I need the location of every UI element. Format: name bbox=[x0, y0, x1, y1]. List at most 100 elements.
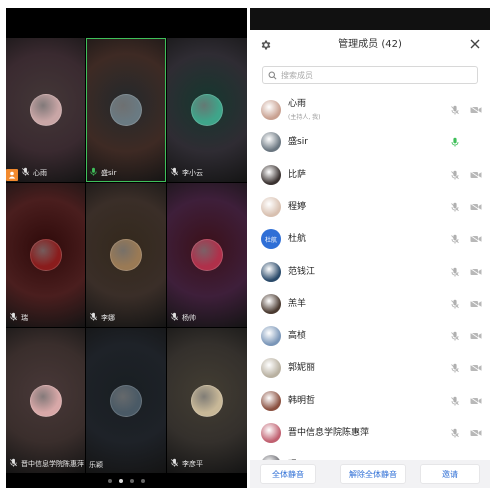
member-name: 比萨 bbox=[288, 169, 307, 180]
participant-label: 瑞 bbox=[9, 312, 28, 324]
video-grid-screen: 心雨 盛sir 李小云瑞 李娜 杨帅晋中信息学院陈惠萍 乐颖 李彦平 bbox=[6, 8, 247, 488]
participant-name: 晋中信息学院陈惠萍 bbox=[21, 460, 84, 468]
participant-name: 盛sir bbox=[101, 169, 117, 177]
manage-members-panel: 管理成员 (42) 心雨 (主持人, 我) 盛sir 比萨程婷杜航杜航范钱江羔羊高桢郭… bbox=[250, 30, 490, 488]
member-row[interactable]: 范钱江 bbox=[250, 256, 490, 288]
video-tile[interactable]: 乐颖 bbox=[86, 328, 166, 473]
mic-muted-icon bbox=[170, 167, 179, 179]
participant-label: 盛sir bbox=[89, 167, 116, 179]
participant-avatar bbox=[29, 239, 62, 271]
member-row[interactable]: 心雨 (主持人, 我) bbox=[250, 94, 490, 126]
participant-name: 李娜 bbox=[101, 314, 115, 322]
participant-avatar bbox=[191, 384, 223, 417]
participant-label: 心雨 bbox=[6, 167, 47, 181]
participant-avatar bbox=[110, 239, 142, 271]
participant-label: 乐颖 bbox=[89, 460, 103, 470]
member-avatar bbox=[261, 261, 281, 282]
unmute-all-button[interactable]: 解除全体静音 bbox=[340, 464, 406, 484]
page-dot[interactable] bbox=[141, 478, 145, 483]
mic-muted-icon bbox=[21, 167, 30, 179]
member-row[interactable]: 韩明哲 bbox=[250, 385, 490, 417]
video-tile[interactable]: 心雨 bbox=[6, 38, 85, 182]
member-avatar: 杜航 bbox=[261, 229, 281, 250]
member-row[interactable]: 羔羊 bbox=[250, 288, 490, 320]
member-name: 羔羊 bbox=[288, 298, 307, 309]
member-name: 郭妮丽 bbox=[288, 363, 316, 374]
participant-label: 李彦平 bbox=[170, 458, 203, 470]
video-tile[interactable]: 晋中信息学院陈惠萍 bbox=[6, 328, 85, 473]
participant-name: 心雨 bbox=[33, 169, 47, 177]
member-row[interactable]: 比萨 bbox=[250, 159, 490, 191]
members-screen: 管理成员 (42) 心雨 (主持人, 我) 盛sir 比萨程婷杜航杜航范钱江羔羊高桢郭… bbox=[250, 8, 490, 488]
member-name: 心雨 bbox=[288, 99, 307, 109]
member-avatar bbox=[261, 423, 281, 443]
panel-footer: 全体静音 解除全体静音 邀请 bbox=[250, 460, 490, 488]
participant-avatar bbox=[29, 94, 62, 126]
participant-avatar bbox=[191, 239, 223, 271]
member-row[interactable]: 盛sir bbox=[250, 126, 490, 158]
video-tile[interactable]: 盛sir bbox=[86, 38, 166, 182]
member-name: 杜航 bbox=[288, 234, 307, 245]
close-icon[interactable] bbox=[469, 38, 481, 50]
participant-name: 瑞 bbox=[21, 314, 28, 322]
member-row[interactable]: 郭妮丽 bbox=[250, 352, 490, 384]
video-tile[interactable]: 李彦平 bbox=[167, 328, 247, 473]
member-avatar bbox=[261, 293, 281, 314]
participant-avatar bbox=[110, 384, 142, 417]
member-avatar bbox=[261, 100, 281, 120]
participant-name: 李小云 bbox=[182, 169, 203, 177]
invite-button[interactable]: 邀请 bbox=[420, 464, 480, 484]
mic-muted-icon bbox=[170, 312, 179, 324]
video-tile[interactable]: 瑞 bbox=[6, 183, 85, 327]
participant-avatar bbox=[110, 94, 142, 126]
participant-label: 李小云 bbox=[170, 167, 203, 179]
mic-muted-icon bbox=[89, 312, 98, 324]
status-bar bbox=[250, 8, 490, 30]
panel-title: 管理成员 (42) bbox=[338, 39, 402, 50]
page-indicator[interactable] bbox=[6, 473, 247, 488]
mic-muted-icon bbox=[170, 458, 179, 470]
participant-name: 李彦平 bbox=[182, 460, 203, 468]
page-dot[interactable] bbox=[119, 478, 123, 483]
video-tile[interactable]: 李娜 bbox=[86, 183, 166, 327]
member-name: 韩明哲 bbox=[288, 395, 316, 406]
mic-muted-icon bbox=[9, 458, 18, 470]
participant-name: 乐颖 bbox=[89, 461, 103, 469]
mic-muted-icon bbox=[9, 312, 18, 324]
member-name: 晋中信息学院陈惠萍 bbox=[288, 428, 370, 438]
status-bar bbox=[6, 8, 247, 38]
participant-name: 杨帅 bbox=[182, 314, 196, 322]
member-name: 程婷 bbox=[288, 201, 307, 212]
panel-header: 管理成员 (42) bbox=[250, 30, 490, 60]
video-grid: 心雨 盛sir 李小云瑞 李娜 杨帅晋中信息学院陈惠萍 乐颖 李彦平 bbox=[6, 38, 247, 473]
mute-all-button[interactable]: 全体静音 bbox=[260, 464, 316, 484]
member-avatar bbox=[261, 390, 281, 411]
participant-avatar bbox=[29, 384, 62, 417]
video-tile[interactable]: 李小云 bbox=[167, 38, 247, 182]
search-input[interactable] bbox=[281, 70, 461, 80]
member-name: 盛sir bbox=[288, 137, 308, 148]
member-name: 范钱江 bbox=[288, 266, 316, 277]
member-role: (主持人, 我) bbox=[288, 114, 321, 121]
member-avatar bbox=[261, 132, 281, 153]
search-box[interactable] bbox=[262, 66, 478, 84]
member-avatar bbox=[261, 196, 281, 217]
member-avatar bbox=[261, 164, 281, 185]
member-avatar bbox=[261, 358, 281, 379]
participant-label: 晋中信息学院陈惠萍 bbox=[9, 458, 84, 470]
participant-label: 杨帅 bbox=[170, 312, 196, 324]
member-row[interactable]: 杜航 杜航 bbox=[250, 223, 490, 255]
member-row[interactable]: 程婷 bbox=[250, 191, 490, 223]
member-name: 高桢 bbox=[288, 331, 307, 342]
participant-label: 李娜 bbox=[89, 312, 115, 324]
page-dot[interactable] bbox=[130, 478, 134, 483]
page-dot[interactable] bbox=[108, 478, 112, 483]
member-avatar bbox=[261, 326, 281, 347]
video-tile[interactable]: 杨帅 bbox=[167, 183, 247, 327]
member-row[interactable]: 晋中信息学院陈惠萍 bbox=[250, 417, 490, 449]
participant-avatar bbox=[191, 94, 223, 126]
search-icon bbox=[268, 71, 277, 79]
member-row[interactable]: 高桢 bbox=[250, 320, 490, 352]
host-badge-icon bbox=[6, 168, 18, 181]
mic-on-icon bbox=[89, 167, 98, 179]
